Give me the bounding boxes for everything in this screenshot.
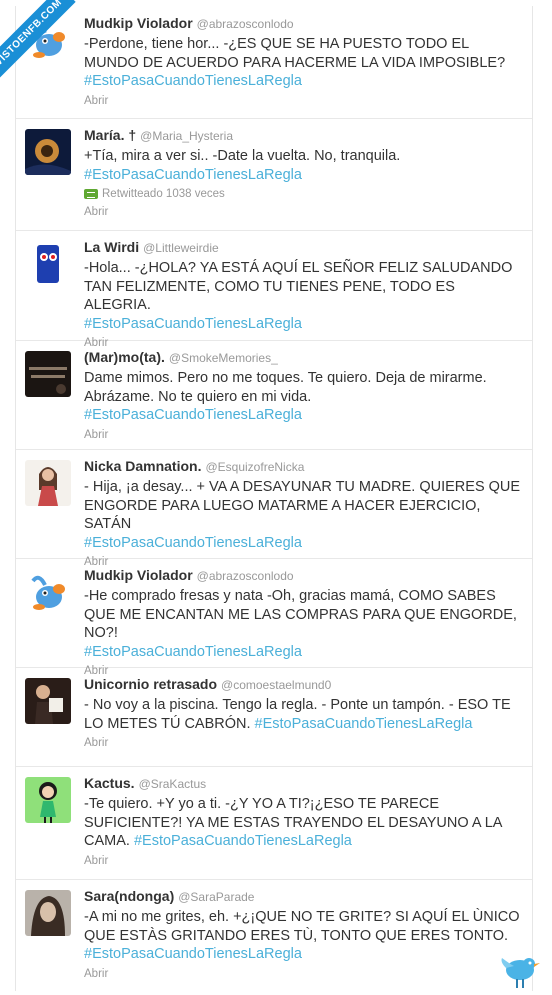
author-handle[interactable]: @comoestaelmund0 [221,678,331,692]
tweet-text: -He comprado fresas y nata -Oh, gracias … [84,587,524,661]
tweet-text: -Hola... -¿HOLA? YA ESTÁ AQUÍ EL SEÑOR F… [84,259,524,333]
author-name[interactable]: (Mar)mo(ta). [84,349,165,365]
tweet[interactable]: (Mar)mo(ta). @SmokeMemories_ Dame mimos. … [16,340,532,450]
avatar[interactable] [25,460,71,506]
hashtag-link[interactable]: #EstoPasaCuandoTienesLaRegla [255,716,473,732]
tweet[interactable]: Nicka Damnation. @EsquizofreNicka - Hija,… [16,449,532,568]
screenshot: VISTOENFB.COM Mudkip Violador @abrazoscon… [0,0,552,995]
author-handle[interactable]: @abrazosconlodo [197,17,294,31]
open-link[interactable]: Abrir [84,428,524,443]
hashtag-link[interactable]: #EstoPasaCuandoTienesLaRegla [84,644,302,660]
hashtag-link[interactable]: #EstoPasaCuandoTienesLaRegla [134,833,352,849]
tweet-body: -He comprado fresas y nata -Oh, gracias … [84,588,517,641]
author-name[interactable]: Sara(ndonga) [84,888,174,904]
tweet[interactable]: Unicornio retrasado @comoestaelmund0 - No… [16,667,532,767]
tweet-body: Dame mimos. Pero no me toques. Te quiero… [84,370,487,405]
author-name[interactable]: Mudkip Violador [84,567,193,583]
author-name[interactable]: La Wirdi [84,239,139,255]
tweet-text: +Tía, mira a ver si.. -Date la vuelta. N… [84,147,524,184]
tweet-text: -Perdone, tiene hor... -¿ES QUE SE HA PU… [84,35,524,91]
tweet[interactable]: María. † @Maria_Hysteria +Tía, mira a ver… [16,118,532,231]
author-handle[interactable]: @EsquizofreNicka [205,460,304,474]
retweet-icon [84,188,98,199]
open-link[interactable]: Abrir [84,205,524,220]
tweet-text: - Hija, ¡a desay... + VA A DESAYUNAR TU … [84,478,524,552]
tweet-text: -A mi no me grites, eh. +¿¡QUE NO TE GRI… [84,908,524,964]
avatar[interactable] [25,777,71,823]
tweet-text: -Te quiero. +Y yo a ti. -¿Y YO A TI?¡¿ES… [84,795,524,851]
tweet-text: Dame mimos. Pero no me toques. Te quiero… [84,369,524,425]
author-name[interactable]: Unicornio retrasado [84,676,217,692]
author-handle[interactable]: @Maria_Hysteria [140,129,233,143]
tweet[interactable]: La Wirdi @Littleweirdie -Hola... -¿HOLA? … [16,230,532,349]
retweet-info: Retwitteado 1038 veces [84,186,524,202]
tweet-body: +Tía, mira a ver si.. -Date la vuelta. N… [84,148,401,164]
hashtag-link[interactable]: #EstoPasaCuandoTienesLaRegla [84,407,302,423]
hashtag-link[interactable]: #EstoPasaCuandoTienesLaRegla [84,73,302,89]
author-handle[interactable]: @SraKactus [139,777,207,791]
open-link[interactable]: Abrir [84,854,524,869]
open-link[interactable]: Abrir [84,736,524,751]
author-name[interactable]: María. † [84,127,136,143]
author-handle[interactable]: @SaraParade [178,890,254,904]
avatar[interactable] [25,241,71,287]
author-name[interactable]: Nicka Damnation. [84,458,201,474]
tweet[interactable]: Mudkip Violador @abrazosconlodo -He compr… [16,558,532,677]
avatar[interactable] [25,129,71,175]
author-handle[interactable]: @SmokeMemories_ [169,351,278,365]
tweet-body: -Perdone, tiene hor... -¿ES QUE SE HA PU… [84,36,506,71]
avatar[interactable] [25,569,71,615]
author-handle[interactable]: @Littleweirdie [143,241,219,255]
avatar[interactable] [25,890,71,936]
twitter-bird-icon [498,954,542,990]
avatar[interactable] [25,351,71,397]
tweet-text: - No voy a la piscina. Tengo la regla. -… [84,696,524,733]
author-handle[interactable]: @abrazosconlodo [197,569,294,583]
retweet-count: Retwitteado 1038 veces [102,188,225,200]
tweet-body: - Hija, ¡a desay... + VA A DESAYUNAR TU … [84,479,521,532]
open-link[interactable]: Abrir [84,967,524,982]
tweet-list: Mudkip Violador @abrazosconlodo -Perdone,… [15,6,533,991]
open-link[interactable]: Abrir [84,94,524,109]
hashtag-link[interactable]: #EstoPasaCuandoTienesLaRegla [84,316,302,332]
tweet[interactable]: Mudkip Violador @abrazosconlodo -Perdone,… [16,6,532,119]
author-name[interactable]: Mudkip Violador [84,15,193,31]
hashtag-link[interactable]: #EstoPasaCuandoTienesLaRegla [84,946,302,962]
avatar[interactable] [25,678,71,724]
tweet-body: -A mi no me grites, eh. +¿¡QUE NO TE GRI… [84,909,520,944]
tweet[interactable]: Kactus. @SraKactus -Te quiero. +Y yo a ti… [16,766,532,880]
hashtag-link[interactable]: #EstoPasaCuandoTienesLaRegla [84,167,302,183]
hashtag-link[interactable]: #EstoPasaCuandoTienesLaRegla [84,535,302,551]
author-name[interactable]: Kactus. [84,775,135,791]
tweet[interactable]: Sara(ndonga) @SaraParade -A mi no me grit… [16,879,532,991]
tweet-body: -Hola... -¿HOLA? YA ESTÁ AQUÍ EL SEÑOR F… [84,260,513,313]
